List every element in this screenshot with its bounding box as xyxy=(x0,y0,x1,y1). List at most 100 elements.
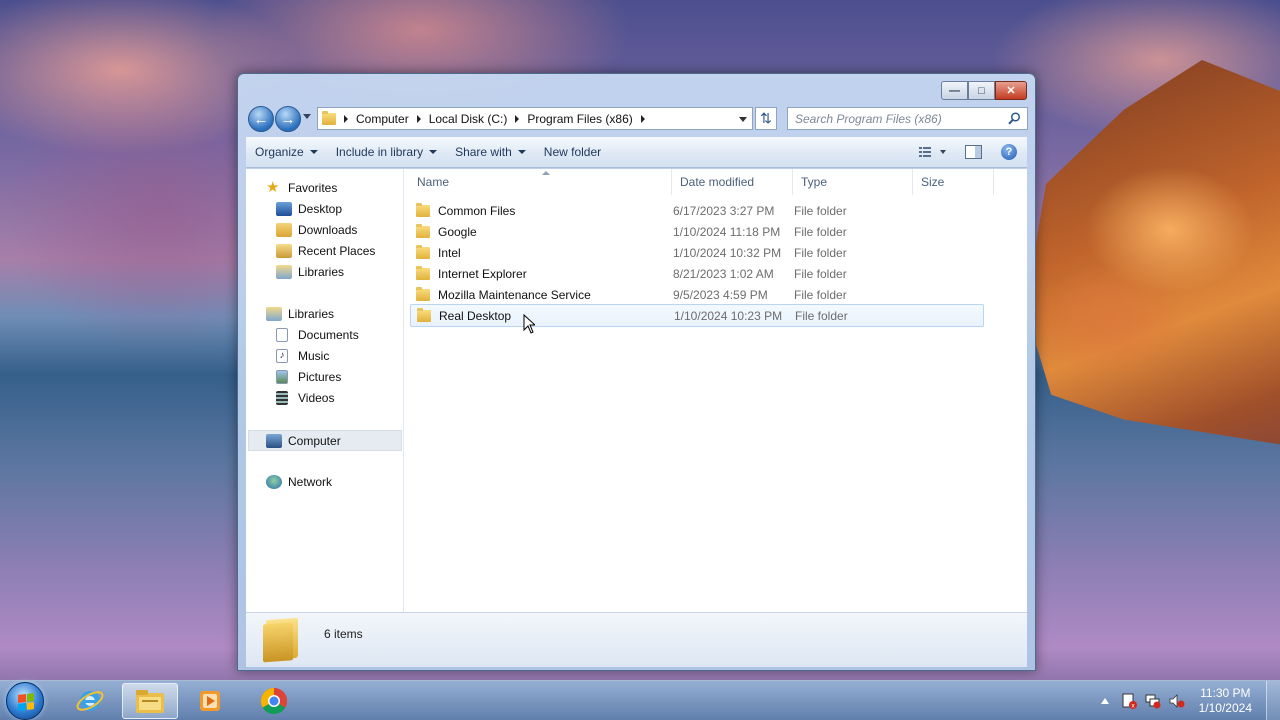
file-date: 1/10/2024 11:18 PM xyxy=(673,224,781,239)
include-in-library-label: Include in library xyxy=(335,145,424,159)
windows-logo-icon xyxy=(18,693,34,711)
maximize-icon[interactable]: □ xyxy=(968,81,995,100)
nav-item-libraries-shortcut[interactable]: Libraries xyxy=(276,262,344,282)
breadcrumb-separator-icon[interactable] xyxy=(416,114,421,123)
nav-item-label: Music xyxy=(298,349,330,363)
file-type: File folder xyxy=(794,287,847,302)
internet-explorer-icon[interactable] xyxy=(62,683,118,719)
folder-icon xyxy=(416,202,430,217)
back-arrow-icon[interactable]: ← xyxy=(248,106,274,132)
command-bar: Organize Include in library Share with N… xyxy=(246,137,1027,168)
close-icon[interactable]: ✕ xyxy=(995,81,1027,100)
svg-text:x: x xyxy=(1131,703,1135,710)
explorer-window: — □ ✕ ← → Computer Local Disk (C:) Progr… xyxy=(237,73,1036,671)
start-button[interactable] xyxy=(6,682,44,720)
list-item[interactable]: Google 1/10/2024 11:18 PM File folder xyxy=(410,221,984,242)
search-box[interactable] xyxy=(787,107,1028,130)
show-hidden-icons-icon[interactable] xyxy=(1096,693,1114,709)
nav-item-recent-places[interactable]: Recent Places xyxy=(276,241,375,261)
include-in-library-button[interactable]: Include in library xyxy=(327,137,446,167)
file-type: File folder xyxy=(794,224,847,239)
nav-item-label: Recent Places xyxy=(298,244,376,258)
nav-item-downloads[interactable]: Downloads xyxy=(276,220,357,240)
column-header-size[interactable]: Size xyxy=(914,169,994,195)
network-status-icon[interactable] xyxy=(1144,693,1162,709)
breadcrumb-program-files-x86[interactable]: Program Files (x86) xyxy=(527,112,632,126)
computer-icon xyxy=(266,433,282,448)
show-desktop-button[interactable] xyxy=(1266,681,1280,720)
network-icon xyxy=(266,475,282,489)
wallpaper-cliff xyxy=(1025,60,1280,445)
breadcrumb-separator-icon[interactable] xyxy=(515,114,520,123)
address-dropdown-icon[interactable] xyxy=(739,117,747,122)
nav-network[interactable]: Network xyxy=(266,472,332,492)
minimize-icon[interactable]: — xyxy=(941,81,968,100)
nav-item-label: Libraries xyxy=(298,265,345,279)
column-header-date-modified[interactable]: Date modified xyxy=(673,169,793,195)
breadcrumb-local-disk[interactable]: Local Disk (C:) xyxy=(429,112,508,126)
clock[interactable]: 11:30 PM 1/10/2024 xyxy=(1199,686,1252,716)
chrome-icon[interactable] xyxy=(246,683,302,719)
list-item[interactable]: Intel 1/10/2024 10:32 PM File folder xyxy=(410,242,984,263)
music-icon: ♪ xyxy=(276,349,288,363)
desktop-icon xyxy=(276,202,292,216)
nav-item-label: Pictures xyxy=(298,370,342,384)
nav-item-pictures[interactable]: Pictures xyxy=(276,367,341,387)
file-date: 8/21/2023 1:02 AM xyxy=(673,266,774,281)
pictures-icon xyxy=(276,370,288,384)
nav-network-label: Network xyxy=(288,475,333,489)
change-view-icon[interactable] xyxy=(911,137,955,167)
breadcrumb-separator-icon[interactable] xyxy=(640,114,645,123)
nav-libraries[interactable]: Libraries xyxy=(266,304,334,324)
nav-item-desktop[interactable]: Desktop xyxy=(276,199,342,219)
clock-time: 11:30 PM xyxy=(1200,686,1251,700)
system-tray: x 11:30 PM 1/10/2024 xyxy=(1093,681,1280,720)
breadcrumb-computer[interactable]: Computer xyxy=(356,112,409,126)
search-input[interactable] xyxy=(795,111,995,126)
file-name: Google xyxy=(438,224,477,239)
file-name: Mozilla Maintenance Service xyxy=(438,287,591,302)
organize-button[interactable]: Organize xyxy=(246,137,327,167)
column-size-label: Size xyxy=(921,175,945,189)
videos-icon xyxy=(276,391,288,405)
share-with-button[interactable]: Share with xyxy=(446,137,535,167)
action-center-icon[interactable]: x xyxy=(1120,693,1138,709)
recent-places-icon xyxy=(276,244,292,258)
nav-favorites[interactable]: ★ Favorites xyxy=(266,178,337,198)
file-type: File folder xyxy=(795,308,848,323)
nav-item-music[interactable]: ♪ Music xyxy=(276,346,329,366)
list-item[interactable]: Internet Explorer 8/21/2023 1:02 AM File… xyxy=(410,263,984,284)
list-item[interactable]: Real Desktop 1/10/2024 10:23 PM File fol… xyxy=(410,304,984,327)
file-name: Real Desktop xyxy=(439,308,512,323)
file-name: Common Files xyxy=(438,203,516,218)
column-header-type[interactable]: Type xyxy=(794,169,913,195)
nav-item-documents[interactable]: Documents xyxy=(276,325,359,345)
breadcrumb-separator-icon[interactable] xyxy=(344,114,348,123)
nav-item-videos[interactable]: Videos xyxy=(276,388,334,408)
nav-computer[interactable]: Computer xyxy=(248,430,402,451)
search-icon[interactable] xyxy=(1008,112,1021,125)
media-player-icon[interactable] xyxy=(182,683,238,719)
folder-icon xyxy=(266,617,298,661)
column-header-name[interactable]: Name xyxy=(410,169,672,195)
new-folder-button[interactable]: New folder xyxy=(535,137,610,167)
navigation-pane: ★ Favorites Desktop Downloads Recent Pla… xyxy=(246,169,404,612)
documents-icon xyxy=(276,328,288,342)
details-pane: 6 items xyxy=(246,612,1027,667)
folder-icon xyxy=(417,307,431,322)
recent-pages-dropdown-icon[interactable] xyxy=(303,114,311,119)
forward-arrow-icon[interactable]: → xyxy=(275,106,301,132)
list-item[interactable]: Mozilla Maintenance Service 9/5/2023 4:5… xyxy=(410,284,984,305)
address-row: ← → Computer Local Disk (C:) Program Fil… xyxy=(246,105,1028,133)
preview-pane-icon[interactable] xyxy=(955,137,991,167)
downloads-icon xyxy=(276,223,292,237)
nav-item-label: Videos xyxy=(298,391,335,405)
windows-explorer-icon[interactable] xyxy=(122,683,178,719)
help-icon[interactable]: ? xyxy=(991,137,1027,167)
list-item[interactable]: Common Files 6/17/2023 3:27 PM File fold… xyxy=(410,200,984,221)
column-date-label: Date modified xyxy=(680,175,755,189)
address-bar[interactable]: Computer Local Disk (C:) Program Files (… xyxy=(317,107,753,130)
refresh-icon[interactable]: ⇅ xyxy=(755,107,777,130)
volume-muted-icon[interactable] xyxy=(1168,693,1186,709)
file-type: File folder xyxy=(794,203,847,218)
